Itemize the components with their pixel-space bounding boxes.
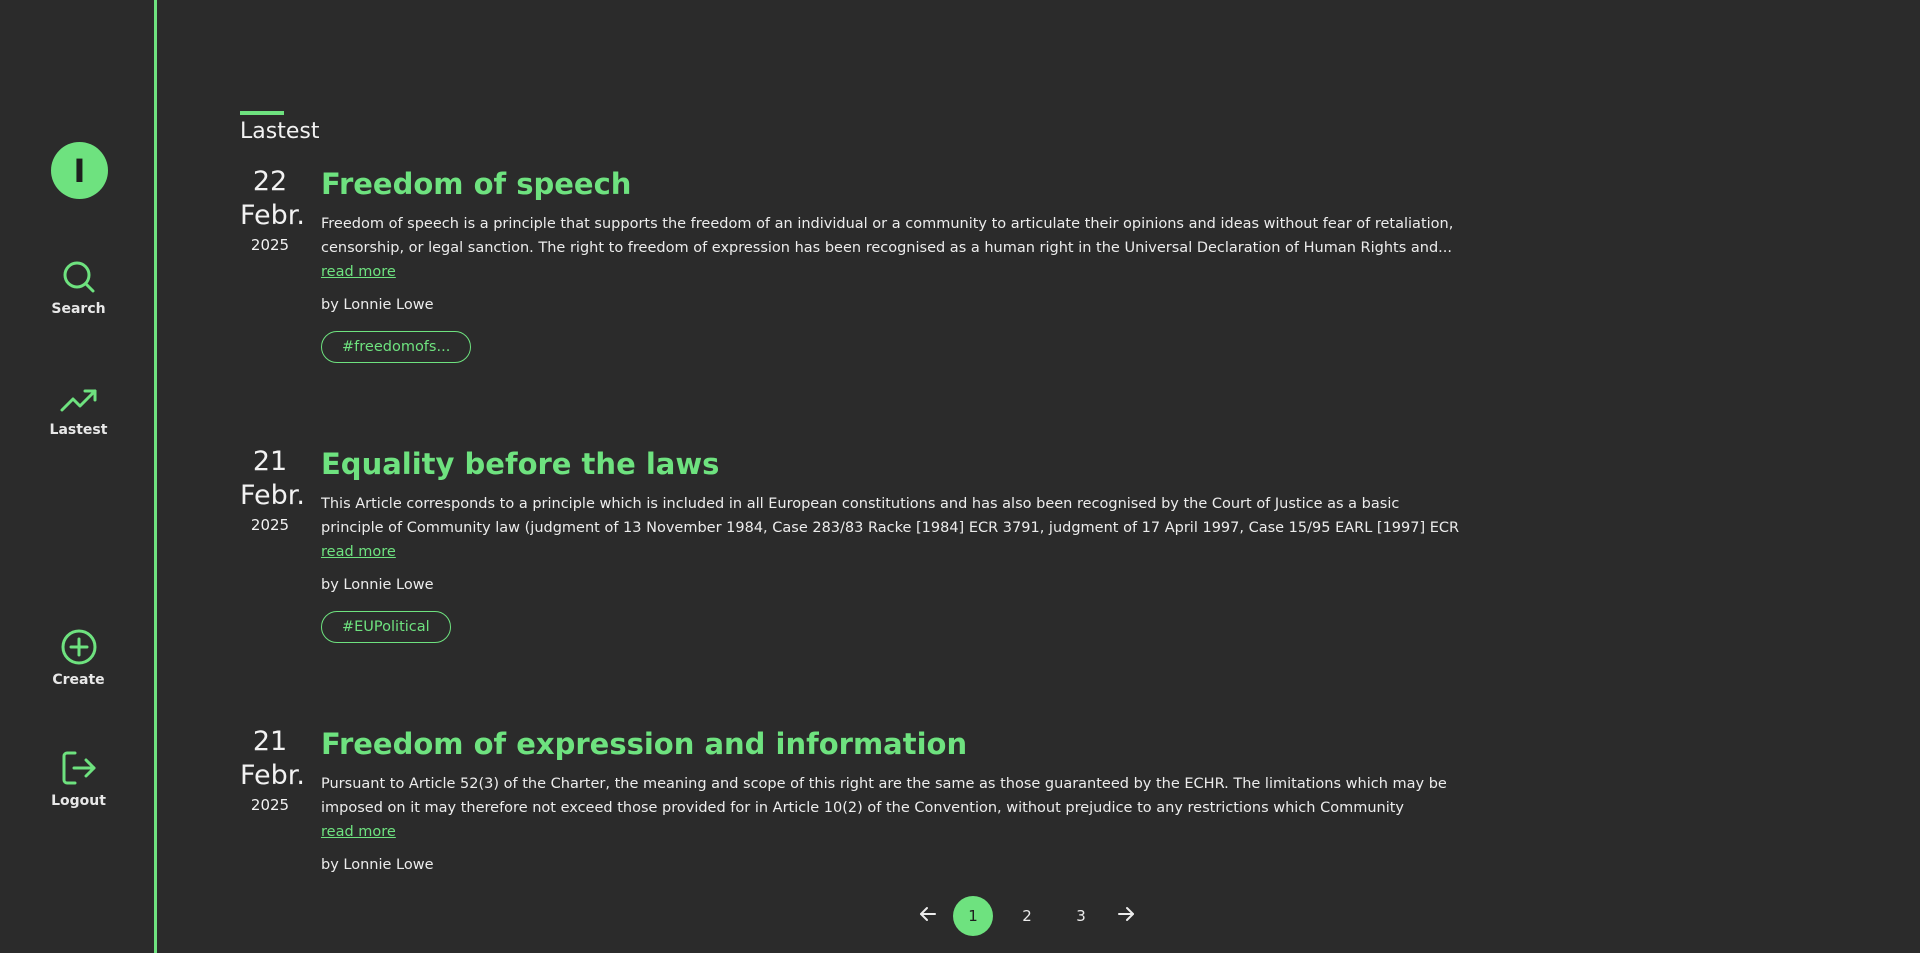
section-title: Lastest bbox=[240, 119, 320, 144]
nav-lastest-label: Lastest bbox=[49, 422, 108, 438]
article-body: Equality before the laws This Article co… bbox=[321, 446, 1461, 643]
date-day: 22 bbox=[252, 166, 288, 197]
read-more-link[interactable]: read more bbox=[321, 820, 396, 844]
article-author: by Lonnie Lowe bbox=[321, 297, 434, 313]
date-year: 2025 bbox=[250, 516, 290, 534]
plus-circle-icon bbox=[60, 628, 98, 666]
page-button-3[interactable]: 3 bbox=[1061, 896, 1101, 936]
date-day: 21 bbox=[252, 446, 288, 477]
date-month: Febr. bbox=[240, 200, 306, 231]
article-body: Freedom of speech Freedom of speech is a… bbox=[321, 166, 1461, 363]
nav-logout-label: Logout bbox=[51, 793, 106, 809]
sidebar: I Search Lastest Create Logout bbox=[0, 0, 157, 953]
article-date: 21 Febr. 2025 bbox=[240, 726, 306, 816]
trending-up-icon bbox=[59, 386, 99, 416]
search-icon bbox=[61, 259, 97, 295]
nav-search-label: Search bbox=[51, 301, 106, 317]
section-accent-bar bbox=[240, 111, 284, 115]
article-tag[interactable]: #EUPolitical bbox=[321, 611, 451, 643]
pagination: 1 2 3 bbox=[910, 896, 1144, 936]
next-page-button[interactable] bbox=[1108, 896, 1144, 936]
article-author: by Lonnie Lowe bbox=[321, 857, 434, 873]
article-title[interactable]: Freedom of speech bbox=[321, 166, 1461, 202]
article-body: Freedom of expression and information Pu… bbox=[321, 726, 1461, 875]
article-excerpt: Pursuant to Article 52(3) of the Charter… bbox=[321, 776, 1447, 816]
logout-icon bbox=[60, 749, 98, 787]
read-more-link[interactable]: read more bbox=[321, 540, 396, 564]
date-month: Febr. bbox=[240, 480, 306, 511]
nav-lastest[interactable]: Lastest bbox=[0, 386, 157, 438]
article-date: 21 Febr. 2025 bbox=[240, 446, 306, 536]
arrow-left-icon bbox=[918, 904, 938, 928]
article-title[interactable]: Equality before the laws bbox=[321, 446, 1461, 482]
date-year: 2025 bbox=[250, 236, 290, 254]
arrow-right-icon bbox=[1116, 904, 1136, 928]
nav-create-label: Create bbox=[52, 672, 105, 688]
date-day: 21 bbox=[252, 726, 288, 757]
read-more-link[interactable]: read more bbox=[321, 260, 396, 284]
date-month: Febr. bbox=[240, 760, 306, 791]
article-tag[interactable]: #freedomofs... bbox=[321, 331, 472, 363]
article-excerpt: Freedom of speech is a principle that su… bbox=[321, 216, 1454, 256]
date-year: 2025 bbox=[250, 796, 290, 814]
nav-logout[interactable]: Logout bbox=[0, 749, 157, 809]
article-author: by Lonnie Lowe bbox=[321, 577, 434, 593]
page-button-2[interactable]: 2 bbox=[1007, 896, 1047, 936]
article-excerpt: This Article corresponds to a principle … bbox=[321, 496, 1460, 536]
prev-page-button[interactable] bbox=[910, 896, 946, 936]
nav-search[interactable]: Search bbox=[0, 259, 157, 317]
article-title[interactable]: Freedom of expression and information bbox=[321, 726, 1461, 762]
page-button-1[interactable]: 1 bbox=[953, 896, 993, 936]
avatar[interactable]: I bbox=[51, 142, 108, 199]
article-date: 22 Febr. 2025 bbox=[240, 166, 306, 256]
nav-create[interactable]: Create bbox=[0, 628, 157, 688]
